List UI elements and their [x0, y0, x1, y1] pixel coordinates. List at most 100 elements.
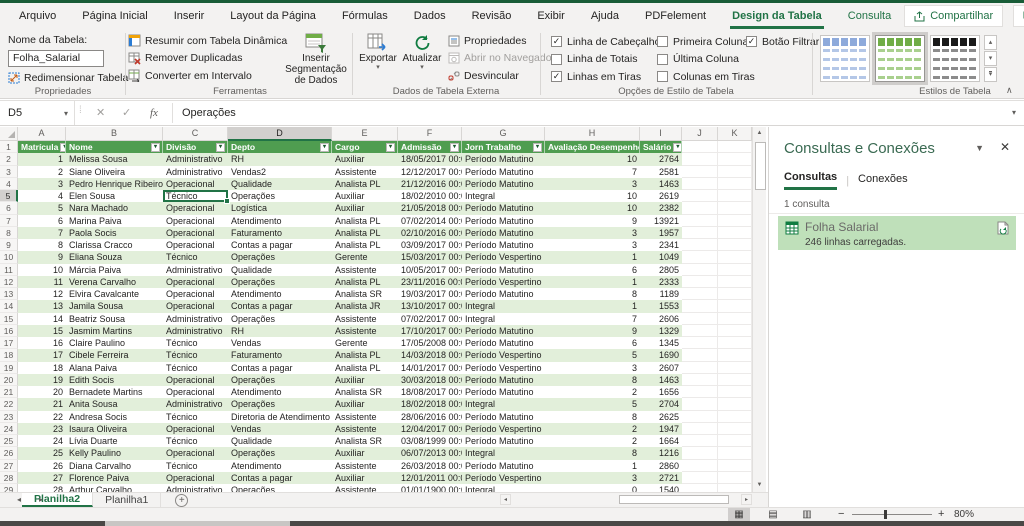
cell[interactable]: Período Matutino	[462, 324, 545, 337]
cell[interactable]: 23/11/2016 00:00	[398, 275, 462, 288]
cell[interactable]: 1	[545, 251, 640, 264]
cell[interactable]: 07/02/2017 00:00	[398, 313, 462, 325]
remover-duplicadas-button[interactable]: Remover Duplicadas	[128, 51, 242, 66]
cell[interactable]: Beatriz Sousa	[66, 313, 163, 325]
filter-dropdown-icon[interactable]: ▾	[386, 142, 395, 152]
cell[interactable]: Período Matutino	[462, 386, 545, 398]
empty-cell[interactable]	[682, 202, 718, 215]
cell[interactable]: 25	[18, 447, 66, 460]
cell[interactable]: Jamila Sousa	[66, 300, 163, 313]
cell[interactable]: 02/10/2016 00:00	[398, 226, 462, 239]
cell[interactable]: Analista SR	[332, 435, 398, 447]
cell[interactable]: Administrativo	[163, 398, 228, 411]
cell[interactable]: 26	[18, 460, 66, 472]
cell[interactable]: 10	[545, 202, 640, 215]
cell[interactable]: 9	[18, 251, 66, 264]
cell[interactable]: 03/08/1999 00:00	[398, 435, 462, 447]
cell[interactable]: 6	[545, 337, 640, 349]
empty-cell[interactable]	[718, 239, 752, 252]
cell[interactable]: Qualidade	[228, 177, 332, 190]
empty-cell[interactable]	[718, 153, 752, 166]
cell[interactable]: Pedro Henrique Ribeiro	[66, 177, 163, 190]
column-header-g[interactable]: G	[462, 127, 545, 141]
cell[interactable]: RH	[228, 153, 332, 166]
cell[interactable]: Analista PL	[332, 177, 398, 190]
cell[interactable]: Operacional	[163, 202, 228, 215]
cell[interactable]: 2	[545, 386, 640, 398]
cell[interactable]: Integral	[462, 190, 545, 202]
empty-cell[interactable]	[718, 202, 752, 215]
cell[interactable]: 2805	[640, 264, 682, 276]
page-break-view-icon[interactable]: ▥	[796, 508, 818, 521]
cell[interactable]: Analista SR	[332, 288, 398, 300]
cell[interactable]: Período Matutino	[462, 435, 545, 447]
empty-cell[interactable]	[718, 263, 752, 276]
empty-cell[interactable]	[682, 263, 718, 276]
cell[interactable]: 1189	[640, 288, 682, 300]
cell[interactable]: Operações	[228, 484, 332, 492]
row-number[interactable]: 18	[0, 349, 18, 362]
zoom-slider-thumb[interactable]	[884, 510, 887, 519]
sheet-tab-planilha1[interactable]: Planilha1	[93, 493, 162, 507]
cell[interactable]: 15	[18, 324, 66, 337]
insert-function-icon[interactable]: fx	[150, 101, 158, 125]
cell[interactable]: Nara Machado	[66, 202, 163, 215]
empty-cell[interactable]	[682, 386, 718, 399]
table-style-light-green[interactable]	[875, 35, 925, 82]
filter-dropdown-icon[interactable]: ▾	[216, 142, 225, 152]
cell[interactable]: 14/01/2017 00:00	[398, 362, 462, 374]
cell[interactable]: Jasmim Martins	[66, 324, 163, 337]
cell[interactable]: Cibele Ferreira	[66, 349, 163, 362]
cell[interactable]: Faturamento	[228, 226, 332, 239]
share-button[interactable]: Compartilhar	[904, 5, 1004, 27]
cell[interactable]: Integral	[462, 447, 545, 460]
cell[interactable]: 22	[18, 411, 66, 423]
cell[interactable]: Operacional	[163, 239, 228, 251]
cell[interactable]: Siane Oliveira	[66, 166, 163, 178]
empty-cell[interactable]	[718, 177, 752, 190]
cell[interactable]: 1957	[640, 226, 682, 239]
cell[interactable]: Operações	[228, 313, 332, 325]
row-number[interactable]: 23	[0, 410, 18, 423]
cell[interactable]: Verena Carvalho	[66, 275, 163, 288]
cell[interactable]: Período Vespertino	[462, 422, 545, 435]
cell[interactable]: 03/09/2017 00:00	[398, 239, 462, 251]
cell[interactable]: Contas a pagar	[228, 471, 332, 484]
cell[interactable]: Administrativo	[163, 264, 228, 276]
cell[interactable]: 5	[545, 398, 640, 411]
cell[interactable]: Administrativo	[163, 324, 228, 337]
cell[interactable]: 13921	[640, 215, 682, 227]
column-header-f[interactable]: F	[398, 127, 462, 141]
tab-dados[interactable]: Dados	[401, 3, 459, 29]
tab-ajuda[interactable]: Ajuda	[578, 3, 632, 29]
tab-revisao[interactable]: Revisão	[459, 3, 525, 29]
cell[interactable]: 10	[18, 264, 66, 276]
cell[interactable]: Qualidade	[228, 264, 332, 276]
cell[interactable]: Atendimento	[228, 386, 332, 398]
cell[interactable]: 10	[545, 153, 640, 166]
empty-cell[interactable]	[682, 177, 718, 190]
checkbox-botao-filtrar[interactable]: ✓ Botão Filtrar	[746, 34, 819, 49]
cell[interactable]: Técnico	[163, 251, 228, 264]
cell[interactable]: 2860	[640, 460, 682, 472]
cell[interactable]: Operacional	[163, 386, 228, 398]
cell[interactable]: Operacional	[163, 471, 228, 484]
cell[interactable]: Técnico	[163, 337, 228, 349]
checkbox-linhas-em-tiras[interactable]: ✓ Linhas em Tiras	[551, 69, 641, 84]
cell[interactable]: Período Matutino	[462, 337, 545, 349]
cell[interactable]: 8	[545, 411, 640, 423]
row-number[interactable]: 3	[0, 165, 18, 178]
cell[interactable]: Auxiliar	[332, 153, 398, 166]
empty-cell[interactable]	[682, 373, 718, 386]
cell[interactable]: Assistente	[332, 460, 398, 472]
horizontal-scrollbar-track[interactable]	[511, 494, 741, 505]
cell[interactable]: 19	[18, 373, 66, 386]
checkbox-linha-de-totais[interactable]: Linha de Totais	[551, 52, 637, 67]
checkbox-colunas-em-tiras[interactable]: Colunas em Tiras	[657, 69, 755, 84]
cell[interactable]: Florence Paiva	[66, 471, 163, 484]
checkbox-linha-de-cabecalho[interactable]: ✓ Linha de Cabeçalho	[551, 34, 660, 49]
cell[interactable]: Claire Paulino	[66, 337, 163, 349]
gallery-more-icon[interactable]: ▾	[984, 67, 997, 82]
empty-cell[interactable]	[682, 153, 718, 166]
cell[interactable]: Período Vespertino	[462, 471, 545, 484]
